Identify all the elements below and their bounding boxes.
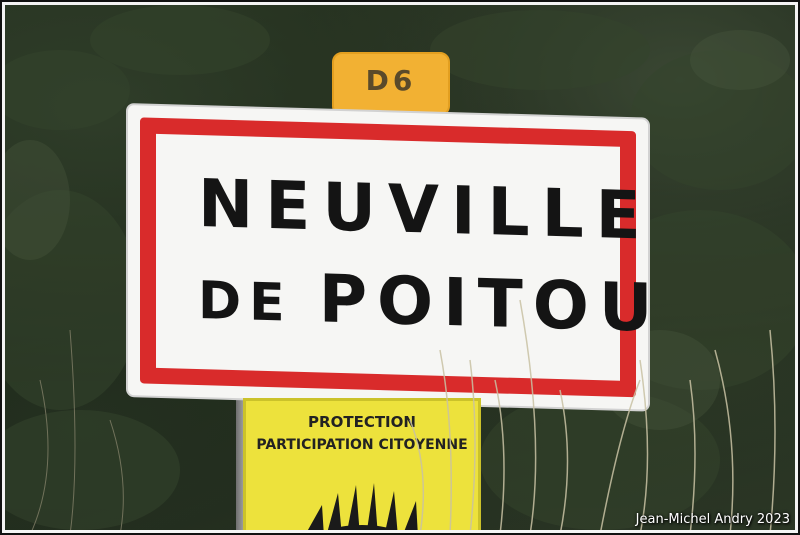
yellow-sign-line-1: PROTECTION: [308, 413, 416, 431]
town-name-word: POITOU: [318, 260, 663, 347]
route-number-text: D6: [365, 64, 417, 97]
route-number-plate: D6: [332, 52, 450, 116]
town-name-article: DE: [198, 271, 293, 334]
sun-rays-logo: [305, 483, 418, 535]
citizen-participation-sign: PROTECTION PARTICIPATION CITOYENNE: [243, 398, 481, 535]
town-entry-sign: NEUVILLE DE POITOU: [126, 103, 662, 412]
photo-scene: D6 NEUVILLE DE POITOU PROTECTION PARTICIP…: [0, 0, 800, 535]
photo-credit: Jean-Michel Andry 2023: [635, 512, 790, 527]
yellow-sign-line-2: PARTICIPATION CITOYENNE: [256, 437, 468, 453]
town-name-line-2: DE POITOU: [198, 257, 662, 347]
town-name-line-1: NEUVILLE: [198, 165, 653, 255]
